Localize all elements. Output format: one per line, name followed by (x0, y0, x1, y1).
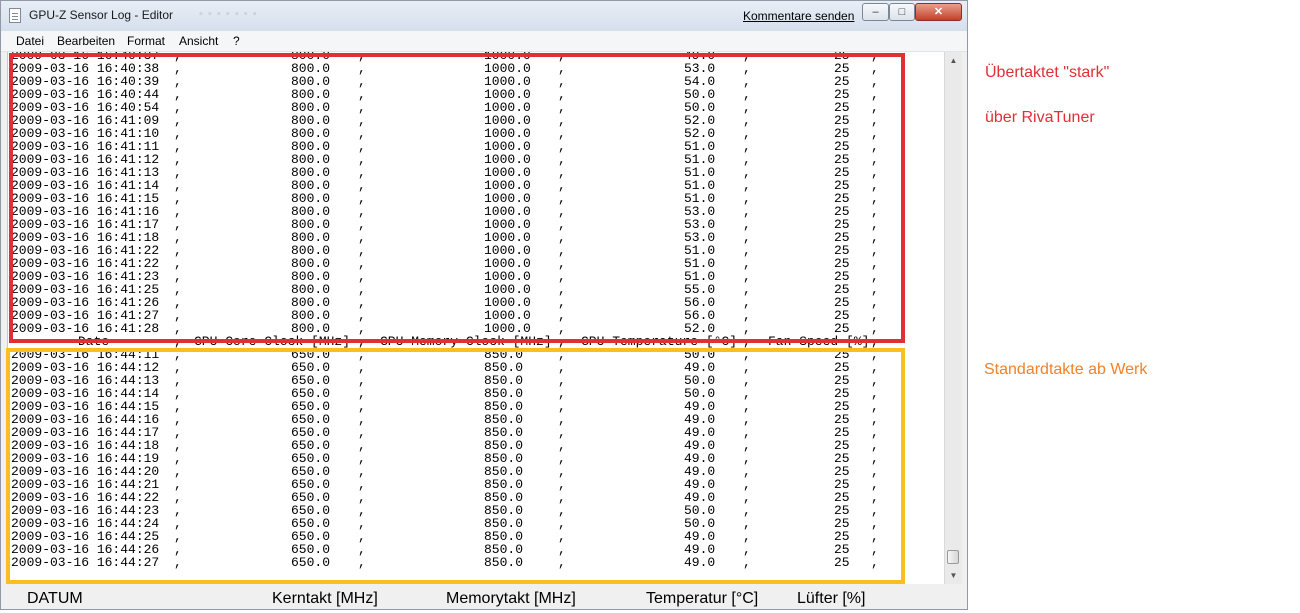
stock-note: Standardtakte ab Werk (984, 361, 1148, 378)
title-bar[interactable]: GPU-Z Sensor Log - Editor ▪ ▪ ▪ ▪ ▪ ▪ ▪ … (1, 1, 967, 31)
log-cell: 25 (834, 555, 850, 570)
vertical-scrollbar[interactable]: ▲ ▼ (944, 52, 962, 584)
notepad-window: GPU-Z Sensor Log - Editor ▪ ▪ ▪ ▪ ▪ ▪ ▪ … (0, 0, 968, 610)
notepad-icon (9, 8, 21, 23)
log-cell: 850.0 (484, 555, 524, 570)
background-taskbar-text: ▪ ▪ ▪ ▪ ▪ ▪ ▪ (199, 8, 258, 20)
log-separator: , (558, 555, 566, 570)
column-label-memory: Memorytakt [MHz] (446, 590, 576, 607)
close-button[interactable]: ✕ (915, 3, 962, 21)
log-separator: , (871, 555, 879, 570)
column-label-core: Kerntakt [MHz] (272, 590, 378, 607)
menu-help[interactable]: ? (233, 34, 240, 48)
menu-ansicht[interactable]: Ansicht (179, 34, 218, 48)
window-title: GPU-Z Sensor Log - Editor (29, 8, 174, 22)
maximize-button[interactable]: □ (889, 3, 915, 21)
scroll-up-arrow-icon[interactable]: ▲ (945, 52, 962, 69)
log-cell: 650.0 (291, 555, 331, 570)
log-separator: , (358, 555, 366, 570)
column-label-date: DATUM (27, 590, 83, 607)
column-label-fan: Lüfter [%] (797, 590, 866, 607)
menu-bearbeiten[interactable]: Bearbeiten (57, 34, 115, 48)
scroll-down-arrow-icon[interactable]: ▼ (945, 567, 962, 584)
menu-bar: Datei Bearbeiten Format Ansicht ? (1, 31, 967, 52)
scroll-thumb[interactable] (947, 550, 959, 564)
overclock-tool-note: über RivaTuner (985, 109, 1095, 126)
log-cell: 2009-03-16 16:44:27 (11, 555, 160, 570)
menu-datei[interactable]: Datei (16, 34, 44, 48)
log-cell: GPU Memory Clock [MHz] (380, 334, 552, 349)
log-cell: Fan Speed [%] (768, 334, 870, 349)
minimize-button[interactable]: – (862, 3, 889, 21)
log-cell: 49.0 (684, 555, 716, 570)
feedback-link[interactable]: Kommentare senden (743, 9, 854, 23)
log-separator: , (174, 555, 182, 570)
column-label-temperature: Temperatur [°C] (646, 590, 759, 607)
text-editor-area[interactable]: 2009-03-16 16:40:37 800.0 1000.0 49.0 25,,,,… (7, 52, 945, 584)
menu-format[interactable]: Format (127, 34, 165, 48)
overclock-heading: Übertaktet "stark" (985, 64, 1110, 81)
log-separator: , (743, 555, 751, 570)
